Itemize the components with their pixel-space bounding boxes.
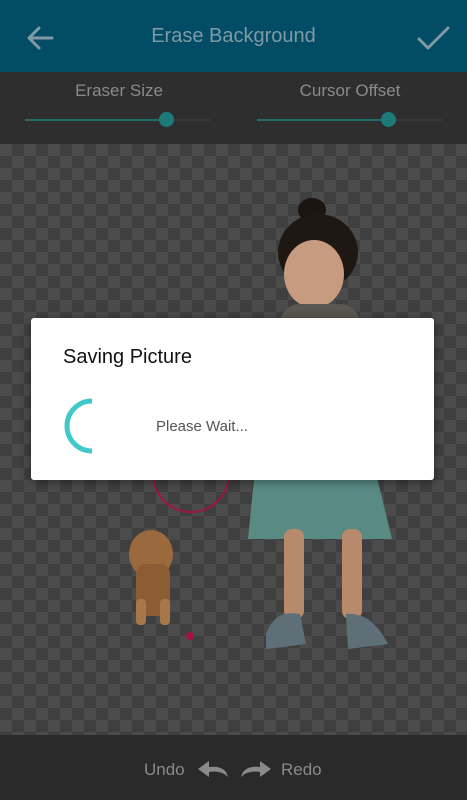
eraser-size-slider[interactable] (25, 112, 210, 128)
undo-button[interactable]: Undo (144, 760, 185, 780)
undo-redo-bar: Undo Redo (0, 735, 467, 800)
slider-fill (25, 119, 166, 121)
saving-dialog: Saving Picture Please Wait... (31, 318, 434, 480)
slider-fill (257, 119, 389, 121)
redo-button[interactable]: Redo (281, 760, 322, 780)
loading-spinner-icon (64, 398, 93, 454)
dialog-message: Please Wait... (156, 418, 248, 435)
slider-thumb[interactable] (381, 112, 397, 127)
slider-thumb[interactable] (158, 112, 174, 127)
page-title: Erase Background (151, 25, 316, 47)
redo-icon[interactable] (236, 757, 274, 781)
eraser-size-label: Eraser Size (75, 81, 163, 100)
dialog-title: Saving Picture (63, 346, 192, 368)
checkmark-icon[interactable] (415, 20, 451, 56)
undo-icon[interactable] (195, 757, 233, 781)
brush-controls: Eraser Size Cursor Offset (0, 72, 467, 144)
cursor-offset-slider[interactable] (257, 112, 442, 128)
cursor-offset-label: Cursor Offset (299, 81, 401, 100)
app-bar: Erase Background (0, 0, 467, 72)
